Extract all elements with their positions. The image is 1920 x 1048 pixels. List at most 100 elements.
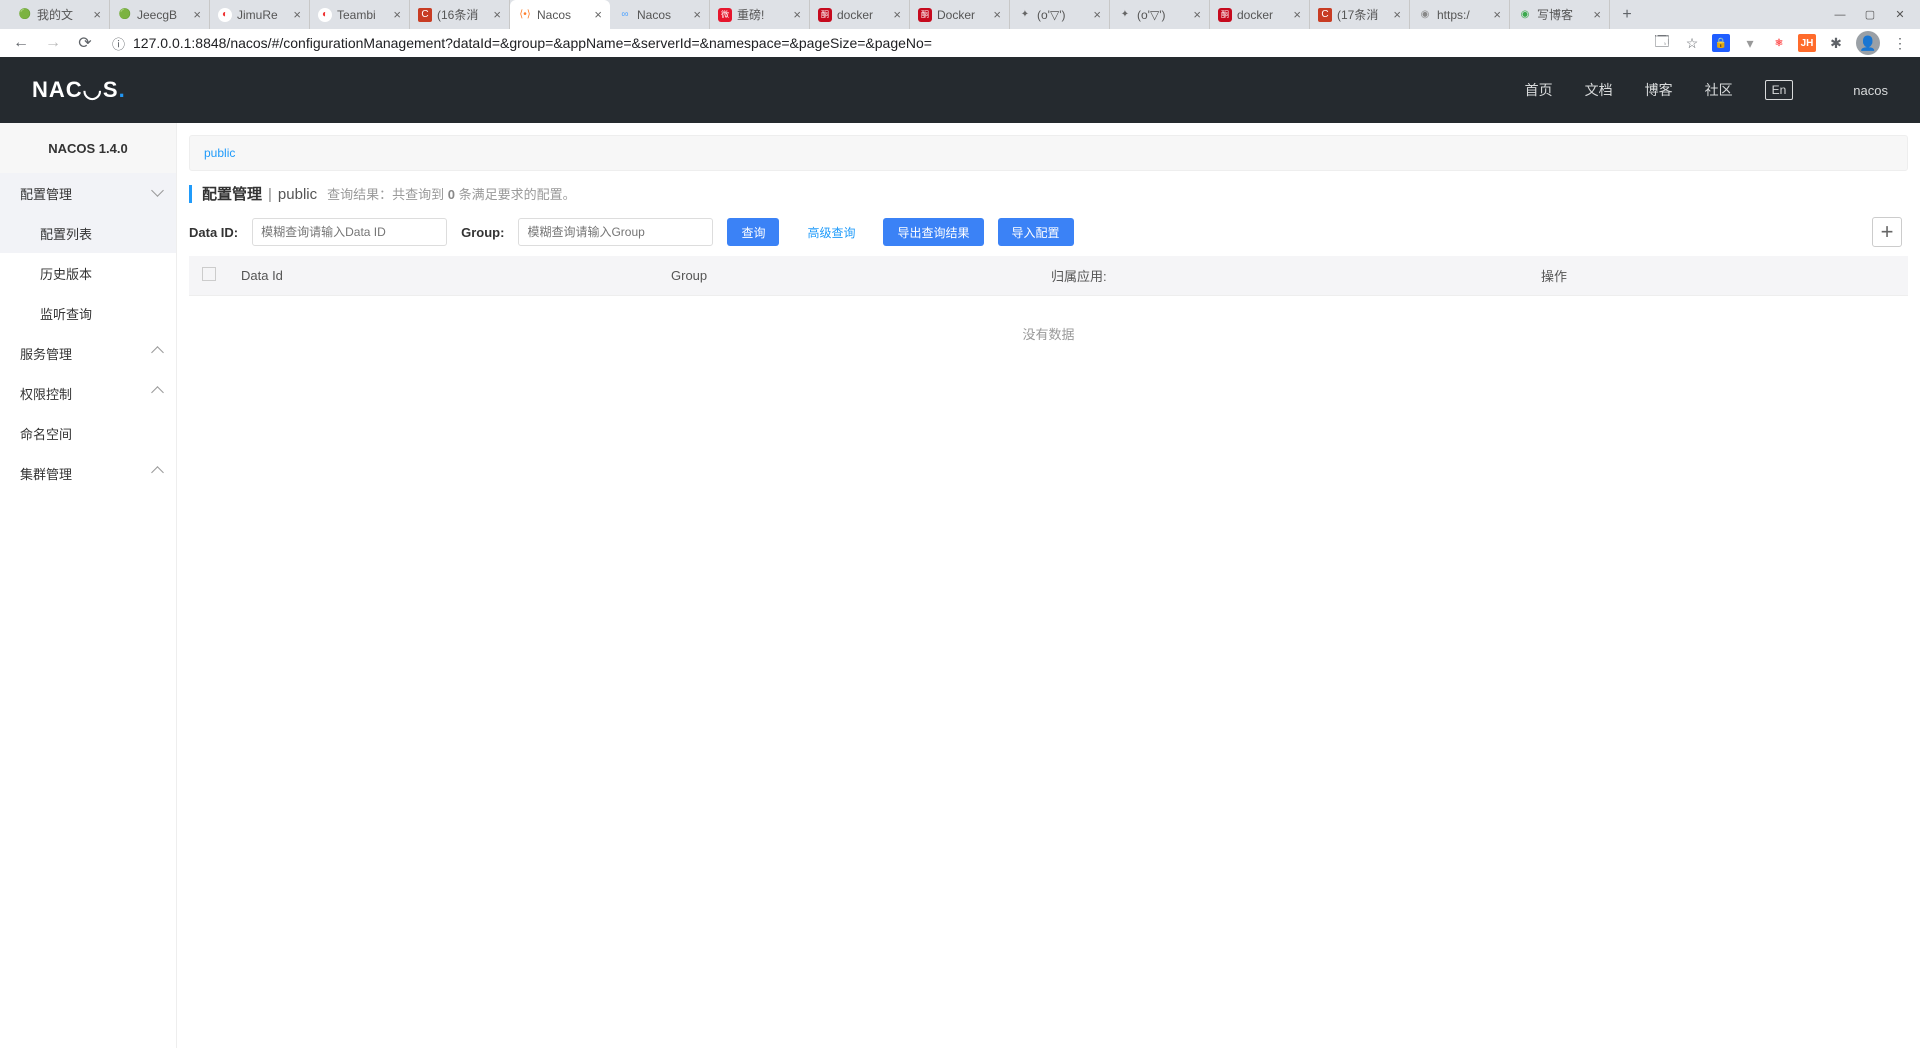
user-label[interactable]: nacos: [1853, 83, 1888, 98]
browser-tab[interactable]: ✦(o'▽')×: [1110, 0, 1210, 29]
favicon-icon: ⟨•⟩: [518, 8, 532, 22]
nav-home[interactable]: 首页: [1525, 80, 1553, 100]
search-button[interactable]: 查询: [727, 218, 779, 246]
close-icon[interactable]: ×: [1193, 7, 1201, 22]
extension-icon[interactable]: ▾: [1740, 33, 1760, 53]
nacos-logo[interactable]: NAC◡S.: [32, 77, 126, 103]
col-checkbox: [189, 256, 229, 296]
browser-tab[interactable]: ◉写博客×: [1510, 0, 1610, 29]
sidebar-item-cluster[interactable]: 集群管理: [0, 453, 176, 493]
maximize-icon[interactable]: ▢: [1858, 5, 1882, 25]
nav-docs[interactable]: 文档: [1585, 80, 1613, 100]
select-all-checkbox[interactable]: [202, 267, 216, 281]
browser-tab[interactable]: C(17条消×: [1310, 0, 1410, 29]
close-icon[interactable]: ×: [893, 7, 901, 22]
new-tab-button[interactable]: +: [1616, 4, 1638, 26]
forward-button[interactable]: →: [42, 32, 64, 54]
reload-button[interactable]: ⟳: [74, 32, 96, 54]
favicon-icon: 微: [718, 8, 732, 22]
tab-strip: 🟢我的文× 🟢JeecgB× ◐JimuRe× ◐Teambi× C(16条消×…: [0, 0, 1920, 29]
close-window-icon[interactable]: ✕: [1888, 5, 1912, 25]
extensions-icon[interactable]: ✱: [1826, 33, 1846, 53]
close-icon[interactable]: ×: [793, 7, 801, 22]
namespace-tab-public[interactable]: public: [204, 146, 235, 160]
close-icon[interactable]: ×: [93, 7, 101, 22]
add-config-button[interactable]: +: [1872, 217, 1902, 247]
profile-avatar[interactable]: 👤: [1856, 31, 1880, 55]
url-bar[interactable]: ⓘ 127.0.0.1:8848/nacos/#/configurationMa…: [106, 34, 1642, 53]
page-title-row: 配置管理|public 查询结果：共查询到 0 条满足要求的配置。: [189, 183, 1908, 204]
browser-tab-active[interactable]: ⟨•⟩Nacos×: [510, 0, 610, 29]
browser-tab[interactable]: ◉https:/×: [1410, 0, 1510, 29]
export-button[interactable]: 导出查询结果: [883, 218, 983, 246]
sidebar-item-history[interactable]: 历史版本: [0, 253, 176, 293]
header-nav: 首页 文档 博客 社区 En nacos: [1525, 80, 1888, 100]
input-group[interactable]: [518, 218, 713, 246]
col-dataid: Data Id: [229, 256, 659, 296]
browser-tab[interactable]: C(16条消×: [410, 0, 510, 29]
sidebar-item-config-mgmt[interactable]: 配置管理: [0, 173, 176, 213]
close-icon[interactable]: ×: [993, 7, 1001, 22]
minimize-icon[interactable]: —: [1828, 5, 1852, 25]
browser-tab[interactable]: 酮docker×: [1210, 0, 1310, 29]
label-group: Group:: [461, 225, 504, 240]
browser-tab[interactable]: ◐JimuRe×: [210, 0, 310, 29]
close-icon[interactable]: ×: [693, 7, 701, 22]
close-icon[interactable]: ×: [293, 7, 301, 22]
address-bar-row: ← → ⟳ ⓘ 127.0.0.1:8848/nacos/#/configura…: [0, 29, 1920, 57]
menu-icon[interactable]: ⋮: [1890, 33, 1910, 53]
toolbar-icons: 🗔 ☆ 🔒 ▾ ⚛ JH ✱ 👤 ⋮: [1652, 31, 1910, 55]
search-row: Data ID: Group: 查询 高级查询 导出查询结果 导入配置 +: [189, 218, 1908, 246]
close-icon[interactable]: ×: [1093, 7, 1101, 22]
input-dataid[interactable]: [252, 218, 447, 246]
bookmark-icon[interactable]: ☆: [1682, 33, 1702, 53]
browser-tab[interactable]: 酮Docker×: [910, 0, 1010, 29]
extension-icon[interactable]: ⚛: [1770, 34, 1788, 52]
browser-tab[interactable]: ◐Teambi×: [310, 0, 410, 29]
browser-tab[interactable]: 微重磅!×: [710, 0, 810, 29]
browser-tab[interactable]: 🟢JeecgB×: [110, 0, 210, 29]
translate-icon[interactable]: 🗔: [1652, 33, 1672, 53]
namespace-bar: public: [189, 135, 1908, 171]
browser-tab[interactable]: ∞Nacos×: [610, 0, 710, 29]
label-dataid: Data ID:: [189, 225, 238, 240]
close-icon[interactable]: ×: [594, 7, 602, 22]
nav-blog[interactable]: 博客: [1645, 80, 1673, 100]
browser-tab[interactable]: 🟢我的文×: [10, 0, 110, 29]
main-layout: NACOS 1.4.0 配置管理 配置列表 历史版本 监听查询 服务管理 权限控…: [0, 123, 1920, 1048]
sidebar-item-service-mgmt[interactable]: 服务管理: [0, 333, 176, 373]
sidebar-item-permission[interactable]: 权限控制: [0, 373, 176, 413]
close-icon[interactable]: ×: [493, 7, 501, 22]
url-text: 127.0.0.1:8848/nacos/#/configurationMana…: [133, 35, 932, 51]
close-icon[interactable]: ×: [1393, 7, 1401, 22]
browser-chrome: 🟢我的文× 🟢JeecgB× ◐JimuRe× ◐Teambi× C(16条消×…: [0, 0, 1920, 57]
window-controls: — ▢ ✕: [1828, 0, 1912, 29]
favicon-icon: ✦: [1018, 8, 1032, 22]
close-icon[interactable]: ×: [1493, 7, 1501, 22]
sidebar-item-config-list[interactable]: 配置列表: [0, 213, 176, 253]
sidebar-item-namespace[interactable]: 命名空间: [0, 413, 176, 453]
extension-icon[interactable]: JH: [1798, 34, 1816, 52]
extension-icon[interactable]: 🔒: [1712, 34, 1730, 52]
no-data-row: 没有数据: [189, 296, 1908, 372]
browser-tab[interactable]: ✦(o'▽')×: [1010, 0, 1110, 29]
nav-community[interactable]: 社区: [1705, 80, 1733, 100]
favicon-icon: 🟢: [118, 8, 132, 22]
close-icon[interactable]: ×: [1293, 7, 1301, 22]
advanced-search-button[interactable]: 高级查询: [793, 218, 869, 246]
favicon-icon: C: [1318, 8, 1332, 22]
favicon-icon: 酮: [918, 8, 932, 22]
lang-toggle[interactable]: En: [1765, 80, 1794, 100]
page-title: 配置管理|public: [202, 183, 317, 204]
col-group: Group: [659, 256, 1039, 296]
col-ops: 操作: [1529, 256, 1908, 296]
sidebar-item-listen[interactable]: 监听查询: [0, 293, 176, 333]
close-icon[interactable]: ×: [393, 7, 401, 22]
info-icon[interactable]: ⓘ: [112, 34, 125, 53]
browser-tab[interactable]: 酮docker×: [810, 0, 910, 29]
favicon-icon: 🟢: [18, 8, 32, 22]
back-button[interactable]: ←: [10, 32, 32, 54]
close-icon[interactable]: ×: [1593, 7, 1601, 22]
import-button[interactable]: 导入配置: [998, 218, 1074, 246]
close-icon[interactable]: ×: [193, 7, 201, 22]
